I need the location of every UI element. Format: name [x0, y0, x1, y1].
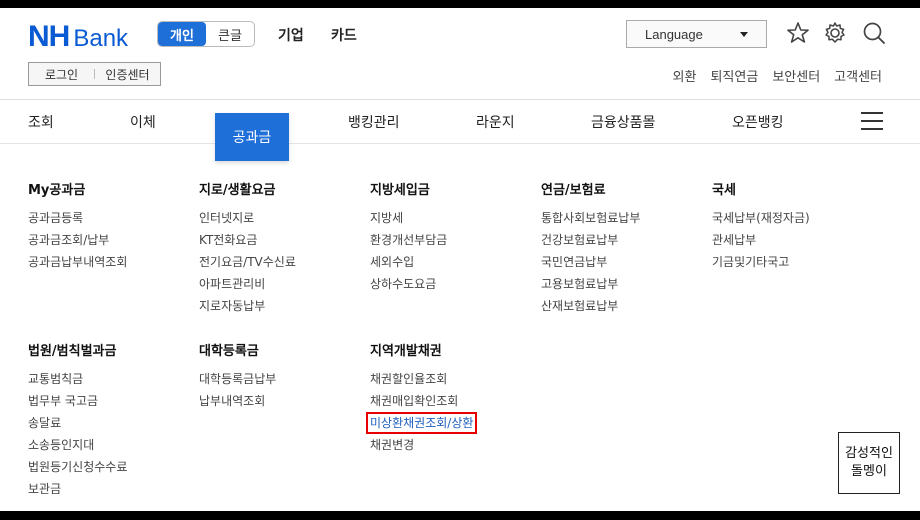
star-icon[interactable] — [785, 20, 811, 46]
menu-link[interactable]: 보관금 — [28, 478, 127, 500]
util-link-pension[interactable]: 퇴직연금 — [710, 66, 758, 85]
menu-link[interactable]: 법무부 국고금 — [28, 390, 127, 412]
view-mode-toggle: 개인 큰글 — [157, 21, 255, 47]
menu-link[interactable]: 상하수도요금 — [370, 273, 447, 295]
util-link-forex[interactable]: 외환 — [673, 66, 697, 85]
gnb-item-financial-mall[interactable]: 금융상품몰 — [591, 112, 655, 132]
menu-link[interactable]: 전기요금/TV수신료 — [199, 251, 296, 273]
gnb-item-banking-management[interactable]: 뱅킹관리 — [348, 112, 400, 132]
menu-section-title: 대학등록금 — [199, 344, 259, 359]
menu-section-title: 법원/범칙벌과금 — [28, 344, 117, 359]
language-select-value: Language — [645, 26, 703, 42]
big-text-mode-button[interactable]: 큰글 — [206, 22, 254, 46]
logo-bank-text: Bank — [73, 25, 129, 52]
menu-section-title: 연금/보험료 — [541, 183, 606, 198]
menu-link[interactable]: 국세납부(재정자금) — [712, 207, 810, 229]
menu-link[interactable]: 채권할인율조회 — [370, 368, 477, 390]
menu-section-tuition: 대학등록금 대학등록금납부 납부내역조회 — [199, 340, 276, 412]
menu-section-title: 국세 — [712, 183, 736, 198]
menu-link[interactable]: 국민연금납부 — [541, 251, 640, 273]
util-link-customer[interactable]: 고객센터 — [834, 66, 882, 85]
auth-box: 로그인 인증센터 — [28, 62, 161, 86]
cert-center-button[interactable]: 인증센터 — [95, 66, 160, 83]
menu-link[interactable]: 납부내역조회 — [199, 390, 276, 412]
menu-section-court-fines: 법원/범칙벌과금 교통범칙금 법무부 국고금 송달료 소송등인지대 법원등기신청… — [28, 340, 127, 500]
menu-section-title: 지로/생활요금 — [199, 183, 276, 198]
menu-link[interactable]: 기금및기타국고 — [712, 251, 810, 273]
nh-bank-page: NH Bank 개인 큰글 기업 카드 로그인 인증센터 Language 외환… — [0, 8, 920, 511]
menu-link[interactable]: 지로자동납부 — [199, 295, 296, 317]
menu-link[interactable]: 공과금납부내역조회 — [28, 251, 127, 273]
gnb-bottom-divider — [0, 143, 920, 144]
nh-bank-logo[interactable]: NH Bank — [28, 22, 128, 54]
menu-link[interactable]: 산재보험료납부 — [541, 295, 640, 317]
menu-link[interactable]: 대학등록금납부 — [199, 368, 276, 390]
menu-section-regional-bonds: 지역개발채권 채권할인율조회 채권매입확인조회 미상환채권조회/상환 채권변경 — [366, 340, 478, 456]
login-button[interactable]: 로그인 — [29, 66, 94, 83]
hamburger-icon[interactable] — [861, 112, 883, 130]
menu-section-title: 지역개발채권 — [370, 344, 442, 359]
menu-section-pension-insurance: 연금/보험료 통합사회보험료납부 건강보험료납부 국민연금납부 고용보험료납부 … — [541, 179, 640, 317]
menu-section-giro: 지로/생활요금 인터넷지로 KT전화요금 전기요금/TV수신료 아파트관리비 지… — [199, 179, 296, 317]
logo-nh-text: NH — [28, 20, 70, 53]
gnb-item-open-banking[interactable]: 오픈뱅킹 — [732, 112, 784, 132]
menu-link[interactable]: 인터넷지로 — [199, 207, 296, 229]
caret-down-icon — [740, 32, 748, 37]
menu-section-my-bills: My공과금 공과금등록 공과금조회/납부 공과금납부내역조회 — [28, 179, 127, 273]
menu-section-local-tax: 지방세입금 지방세 환경개선부담금 세외수입 상하수도요금 — [370, 179, 447, 295]
gnb-item-utility-bills[interactable]: 공과금 — [215, 113, 289, 161]
utility-links: 외환 퇴직연금 보안센터 고객센터 — [673, 66, 882, 85]
menu-link[interactable]: 관세납부 — [712, 229, 810, 251]
menu-link[interactable]: 통합사회보험료납부 — [541, 207, 640, 229]
menu-link-unredeemed-bonds-highlighted[interactable]: 미상환채권조회/상환 — [366, 412, 478, 434]
menu-section-title: My공과금 — [28, 183, 86, 198]
menu-link[interactable]: 세외수입 — [370, 251, 447, 273]
gnb-item-transfer[interactable]: 이체 — [130, 112, 156, 132]
menu-link[interactable]: 고용보험료납부 — [541, 273, 640, 295]
menu-link[interactable]: 공과금등록 — [28, 207, 127, 229]
util-link-security[interactable]: 보안센터 — [772, 66, 820, 85]
corporate-banking-link[interactable]: 기업 — [278, 25, 304, 45]
gnb-item-lounge[interactable]: 라운지 — [476, 112, 515, 132]
language-select[interactable]: Language — [626, 20, 767, 48]
badge-line-2: 돌멩이 — [851, 464, 887, 479]
menu-section-title: 지방세입금 — [370, 183, 430, 198]
menu-link[interactable]: 송달료 — [28, 412, 127, 434]
menu-link[interactable]: 법원등기신청수수료 — [28, 456, 127, 478]
floating-chatbot-badge[interactable]: 감성적인 돌멩이 — [838, 432, 900, 494]
card-link[interactable]: 카드 — [331, 25, 357, 45]
menu-link[interactable]: 지방세 — [370, 207, 447, 229]
menu-link[interactable]: 건강보험료납부 — [541, 229, 640, 251]
menu-link[interactable]: 아파트관리비 — [199, 273, 296, 295]
menu-link[interactable]: 환경개선부담금 — [370, 229, 447, 251]
personal-mode-button[interactable]: 개인 — [158, 22, 206, 46]
menu-link[interactable]: 채권매입확인조회 — [370, 390, 477, 412]
menu-link[interactable]: 채권변경 — [370, 434, 477, 456]
gnb-top-divider — [0, 99, 920, 100]
gnb-item-inquiry[interactable]: 조회 — [28, 112, 54, 132]
gear-icon[interactable] — [822, 20, 848, 46]
menu-link[interactable]: 공과금조회/납부 — [28, 229, 127, 251]
search-icon[interactable] — [861, 20, 887, 46]
badge-line-1: 감성적인 — [845, 446, 893, 461]
menu-link[interactable]: 소송등인지대 — [28, 434, 127, 456]
menu-section-national-tax: 국세 국세납부(재정자금) 관세납부 기금및기타국고 — [712, 179, 810, 273]
menu-link[interactable]: KT전화요금 — [199, 229, 296, 251]
menu-link[interactable]: 교통범칙금 — [28, 368, 127, 390]
